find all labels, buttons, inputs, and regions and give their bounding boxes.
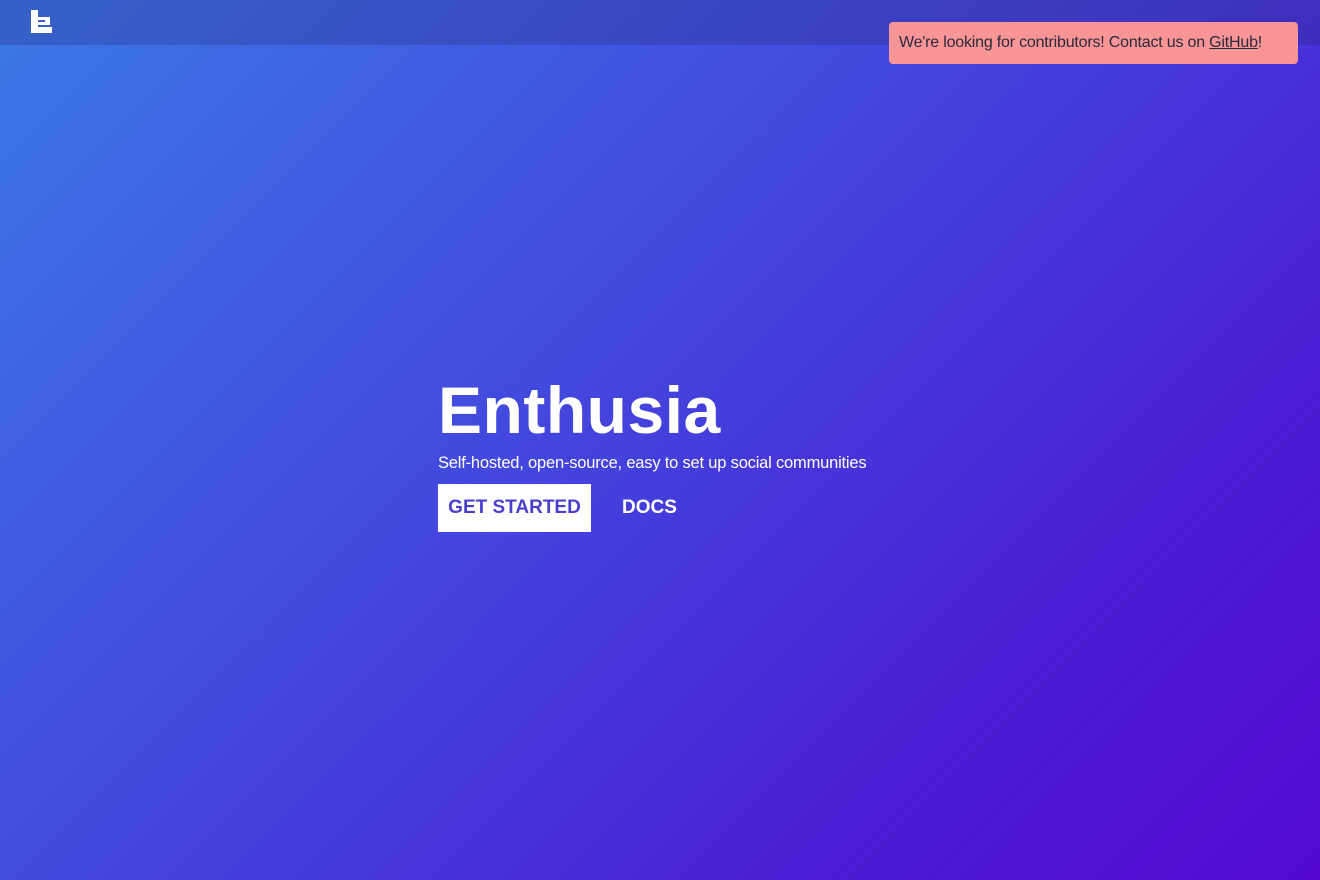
hero-section: Enthusia Self-hosted, open-source, easy …: [438, 372, 958, 532]
hero-actions: GET STARTED DOCS: [438, 484, 677, 532]
contributors-banner: We're looking for contributors! Contact …: [889, 22, 1298, 64]
banner-text-end: !: [1257, 34, 1263, 51]
enthusia-logo-icon[interactable]: [28, 8, 54, 34]
get-started-button[interactable]: GET STARTED: [438, 484, 591, 532]
hero-title: Enthusia: [438, 373, 721, 447]
github-link[interactable]: GitHub: [1209, 34, 1258, 51]
hero-subtitle: Self-hosted, open-source, easy to set up…: [438, 454, 867, 472]
banner-text: We're looking for contributors! Contact …: [899, 34, 1210, 51]
docs-button[interactable]: DOCS: [622, 497, 677, 519]
